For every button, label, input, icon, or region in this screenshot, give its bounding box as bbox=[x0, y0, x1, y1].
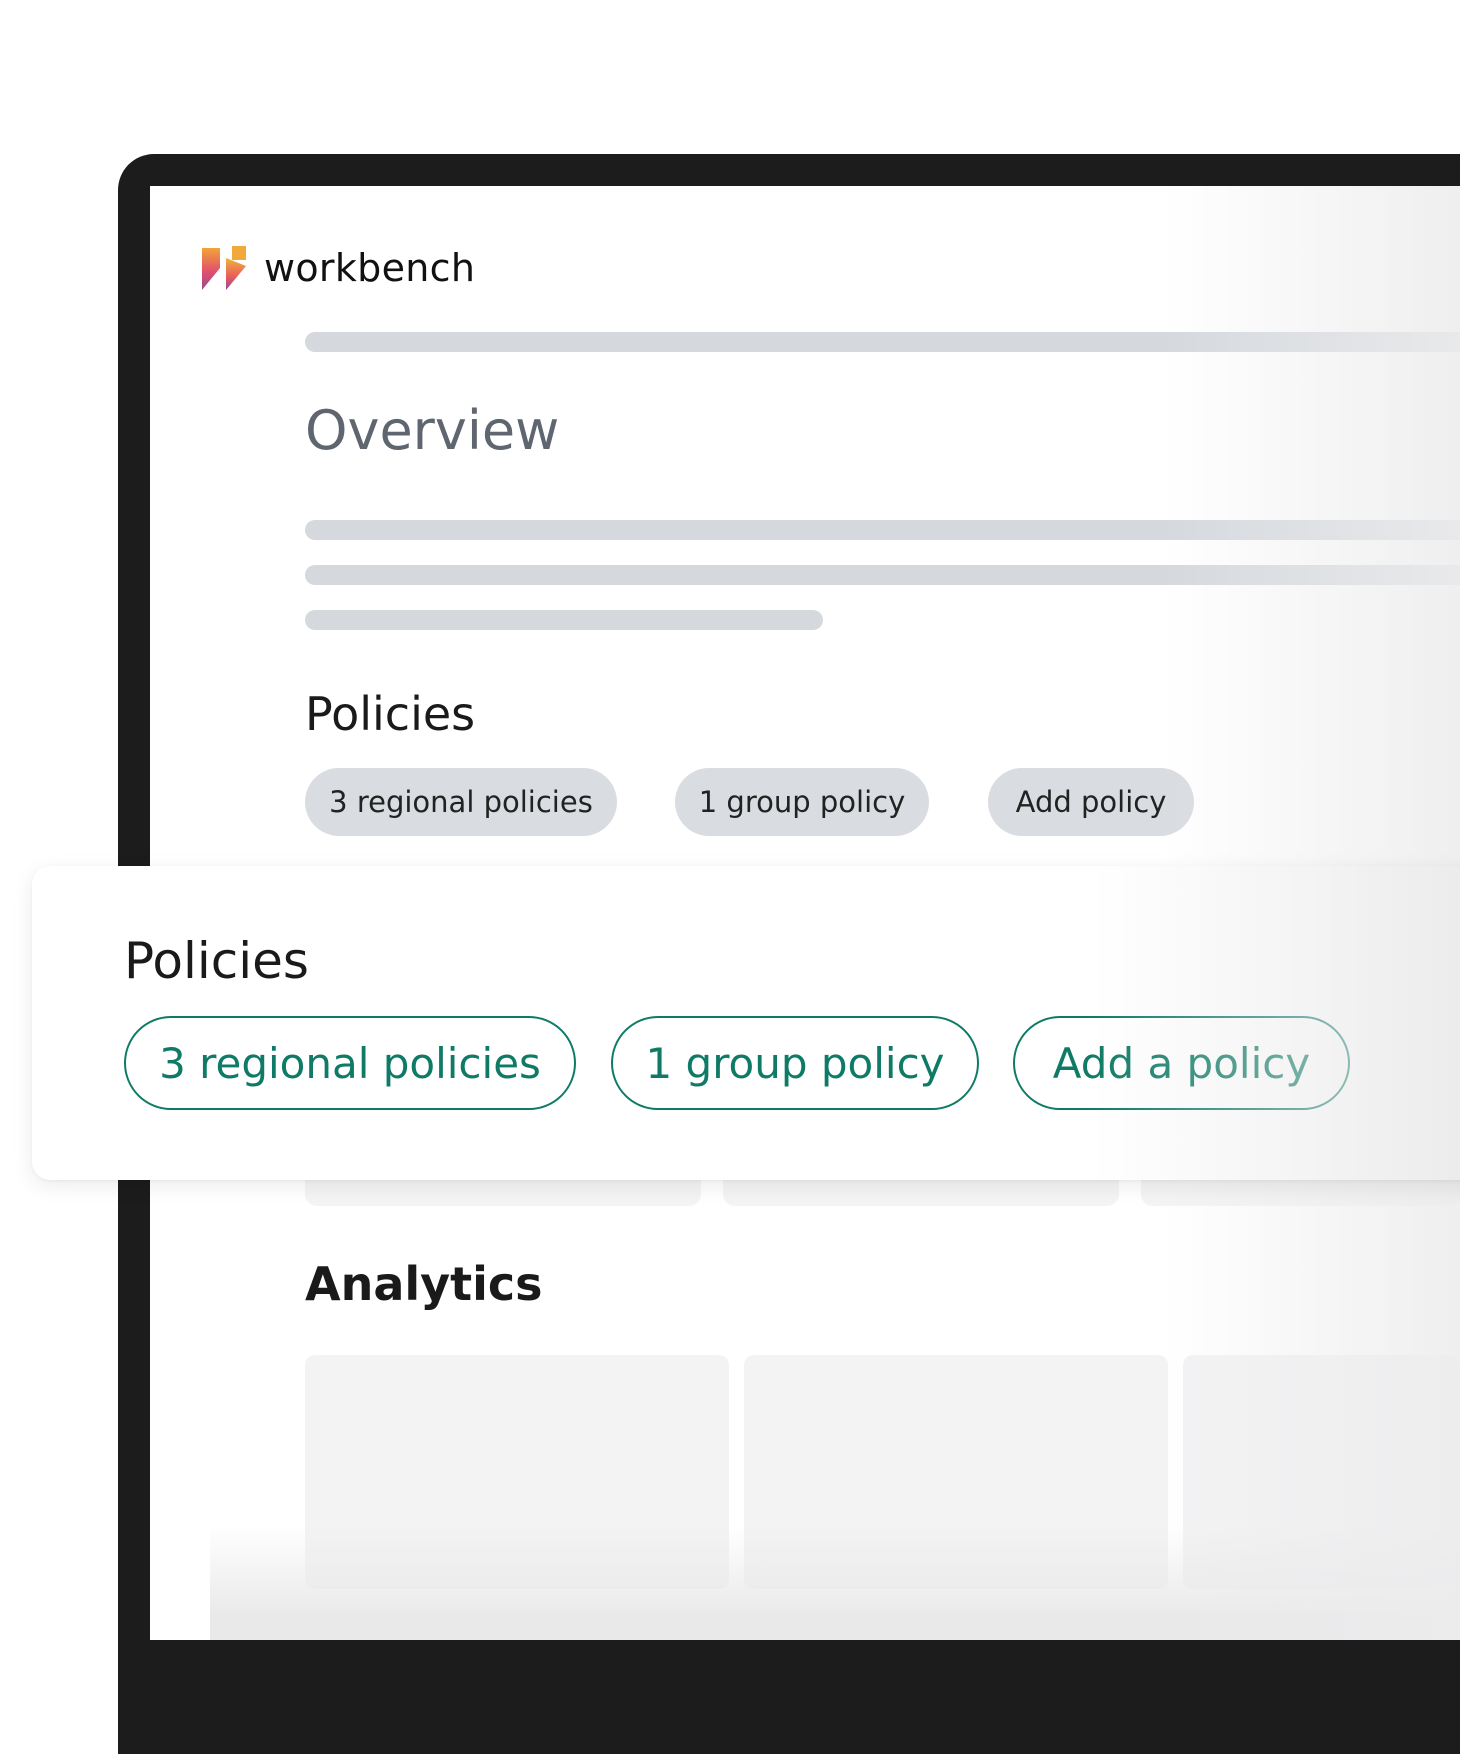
regional-policies-chip[interactable]: 3 regional policies bbox=[305, 768, 617, 836]
group-policy-button[interactable]: 1 group policy bbox=[611, 1016, 979, 1110]
skeleton-line bbox=[305, 520, 1460, 540]
group-policy-chip[interactable]: 1 group policy bbox=[675, 768, 929, 836]
add-policy-button[interactable]: Add a policy bbox=[1013, 1016, 1350, 1110]
skeleton-line bbox=[305, 332, 1460, 352]
app-logo[interactable]: workbench bbox=[202, 246, 475, 290]
add-policy-chip[interactable]: Add policy bbox=[988, 768, 1194, 836]
app-name: workbench bbox=[264, 246, 476, 290]
policies-panel-title: Policies bbox=[124, 932, 309, 990]
analytics-heading: Analytics bbox=[305, 1257, 543, 1311]
policies-heading: Policies bbox=[305, 687, 476, 741]
skeleton-line bbox=[305, 565, 1460, 585]
workbench-logo-icon bbox=[202, 246, 246, 290]
policies-panel: Policies 3 regional policies 1 group pol… bbox=[32, 866, 1460, 1180]
skeleton-line bbox=[305, 610, 823, 630]
regional-policies-button[interactable]: 3 regional policies bbox=[124, 1016, 576, 1110]
bottom-fade bbox=[210, 1526, 1460, 1640]
overview-heading: Overview bbox=[305, 399, 560, 462]
